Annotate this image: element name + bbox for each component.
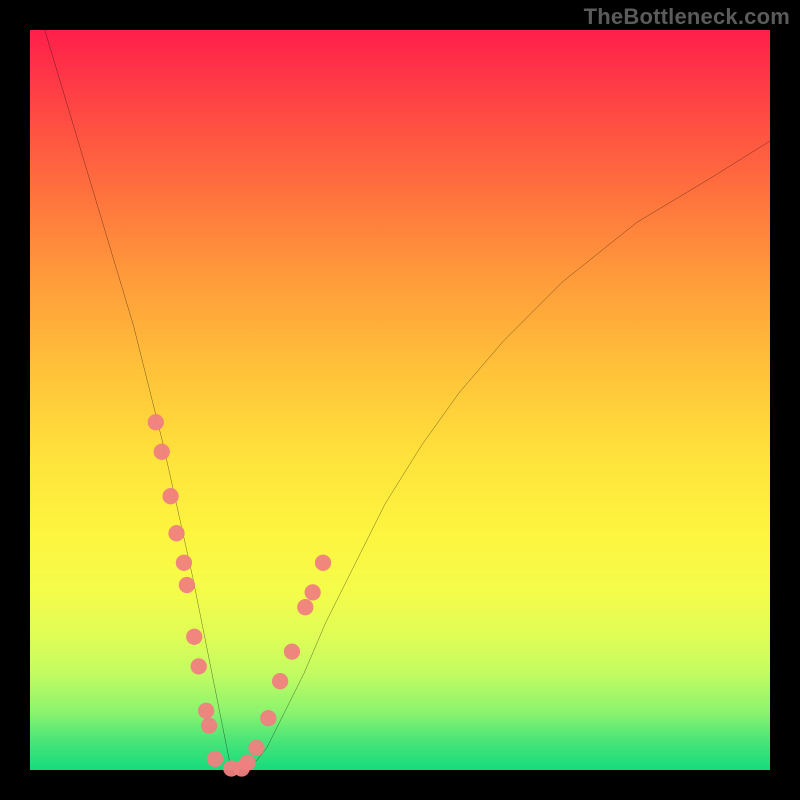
data-marker: [239, 754, 255, 770]
data-marker: [207, 751, 223, 767]
data-markers: [148, 414, 332, 777]
data-marker: [176, 555, 192, 571]
data-marker: [305, 584, 321, 600]
data-marker: [148, 414, 164, 430]
data-marker: [248, 740, 264, 756]
data-marker: [168, 525, 184, 541]
data-marker: [198, 703, 214, 719]
data-marker: [154, 444, 170, 460]
bottleneck-curve: [45, 30, 770, 770]
data-marker: [260, 710, 276, 726]
chart-frame: TheBottleneck.com: [0, 0, 800, 800]
watermark-text: TheBottleneck.com: [584, 4, 790, 30]
data-marker: [179, 577, 195, 593]
data-marker: [297, 599, 313, 615]
data-marker: [186, 629, 202, 645]
data-marker: [272, 673, 288, 689]
chart-overlay: [30, 30, 770, 770]
data-marker: [201, 717, 217, 733]
data-marker: [162, 488, 178, 504]
data-marker: [191, 658, 207, 674]
data-marker: [284, 643, 300, 659]
data-marker: [315, 555, 331, 571]
